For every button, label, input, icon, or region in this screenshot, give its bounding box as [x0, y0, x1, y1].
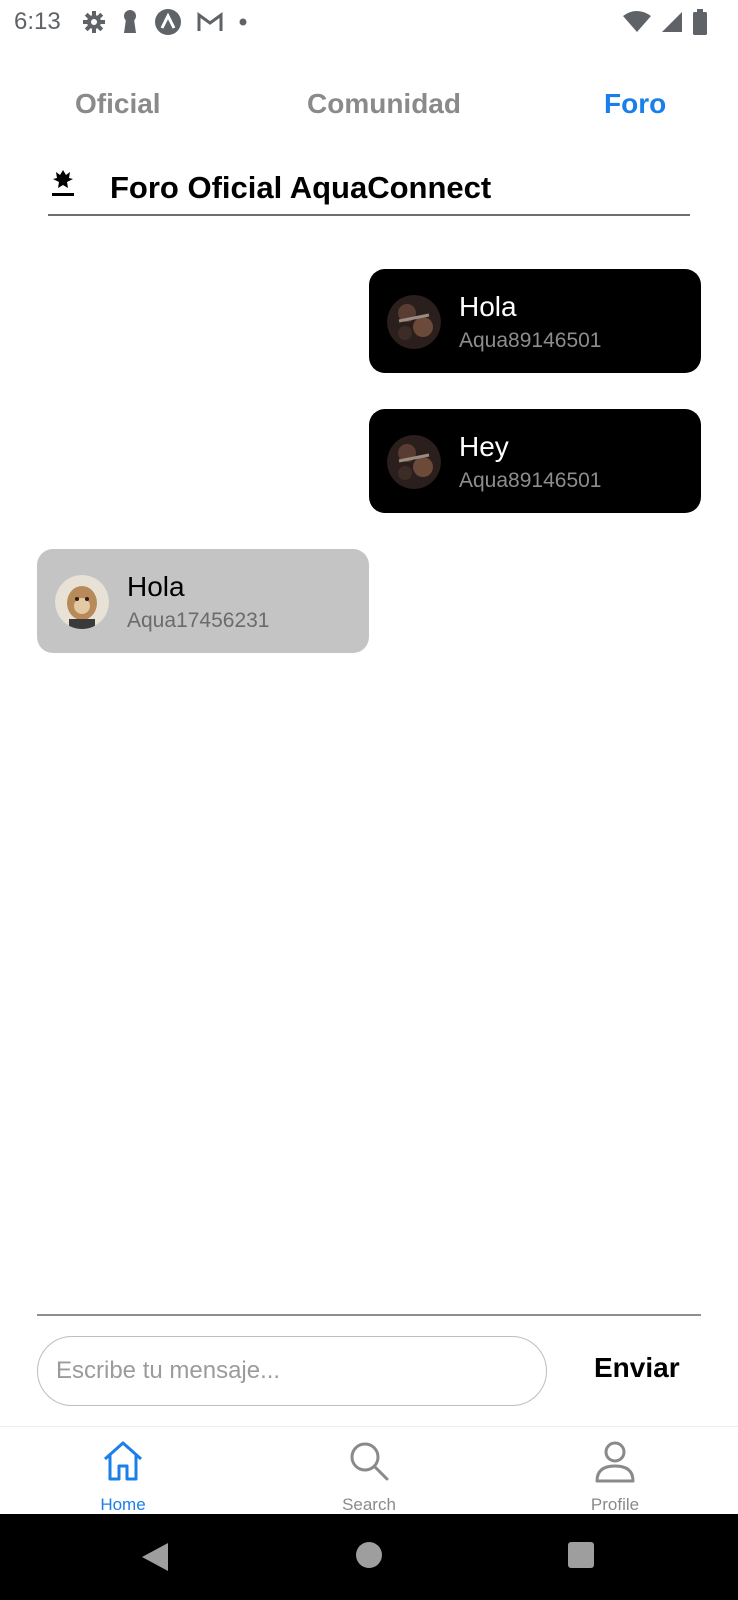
profile-icon [595, 1441, 635, 1483]
avatar[interactable] [387, 295, 441, 349]
nav-home[interactable]: Home [53, 1427, 193, 1515]
nav-search-label: Search [342, 1495, 396, 1514]
message-text: Hey [459, 431, 509, 462]
avatar[interactable] [387, 435, 441, 489]
battery-icon [693, 9, 707, 35]
tab-bar: Oficial Comunidad Foro [0, 88, 738, 136]
tab-oficial[interactable]: Oficial [75, 88, 161, 120]
send-button[interactable]: Enviar [594, 1352, 680, 1384]
settings-icon [83, 11, 105, 33]
nav-profile-label: Profile [590, 1495, 640, 1514]
status-icons-right [622, 8, 708, 36]
message-bubble-mine[interactable]: Hola Aqua89146501 [369, 269, 701, 373]
message-bubble-mine[interactable]: Hey Aqua89146501 [369, 409, 701, 513]
status-icons-left [82, 8, 248, 36]
message-username: Aqua89146501 [459, 469, 602, 492]
bottom-nav: Home Search Profile [0, 1426, 738, 1515]
message-input[interactable] [37, 1336, 547, 1406]
message-username: Aqua89146501 [459, 329, 602, 352]
system-nav-bar [0, 1514, 738, 1600]
recents-icon[interactable] [567, 1541, 595, 1569]
back-icon[interactable] [140, 1541, 170, 1573]
composer-divider [37, 1314, 701, 1316]
nav-search[interactable]: Search [299, 1427, 439, 1515]
wifi-icon [623, 11, 651, 32]
gmail-icon [197, 12, 223, 31]
home-icon [104, 1441, 142, 1481]
tab-comunidad[interactable]: Comunidad [307, 88, 461, 120]
app-circle-icon [155, 9, 181, 35]
dot-icon [239, 18, 247, 26]
message-text: Hola [459, 291, 517, 322]
forum-header: Foro Oficial AquaConnect [48, 160, 690, 216]
tab-foro[interactable]: Foro [604, 88, 666, 120]
forum-logo [52, 170, 74, 196]
message-text: Hola [127, 571, 185, 602]
signal-icon [662, 12, 682, 32]
status-bar: 6:13 [0, 0, 738, 44]
avatar[interactable] [55, 575, 109, 629]
keyhole-icon [124, 10, 136, 33]
status-time: 6:13 [14, 8, 61, 35]
search-icon [350, 1442, 389, 1481]
home-circle-icon[interactable] [355, 1541, 383, 1569]
message-bubble-other[interactable]: Hola Aqua17456231 [37, 549, 369, 653]
nav-home-label: Home [100, 1495, 146, 1514]
nav-profile[interactable]: Profile [545, 1427, 685, 1515]
forum-title: Foro Oficial AquaConnect [110, 170, 492, 205]
message-username: Aqua17456231 [127, 609, 270, 632]
